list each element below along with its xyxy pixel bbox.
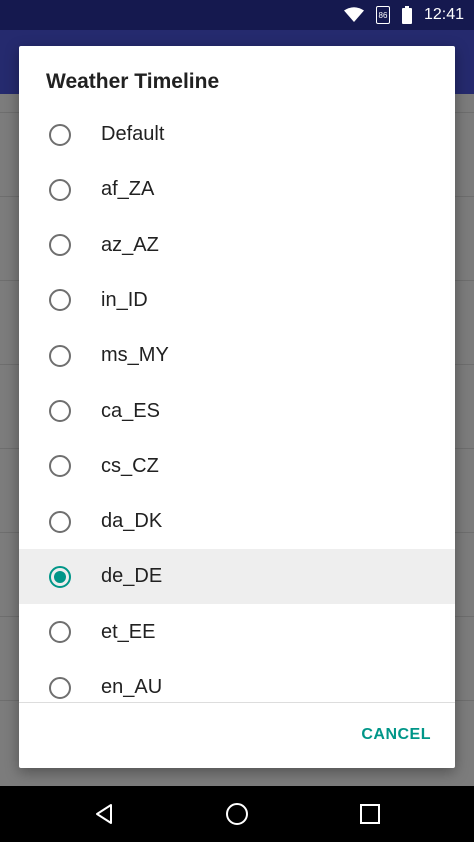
option-label: in_ID bbox=[101, 288, 148, 311]
option-row[interactable]: ca_ES bbox=[19, 384, 455, 439]
recents-icon[interactable] bbox=[330, 786, 410, 842]
option-label: az_AZ bbox=[101, 233, 159, 256]
option-row[interactable]: en_AU bbox=[19, 660, 455, 702]
option-label: da_DK bbox=[101, 510, 163, 533]
option-label: ca_ES bbox=[101, 399, 160, 422]
status-time: 12:41 bbox=[423, 6, 464, 23]
option-row[interactable]: az_AZ bbox=[19, 218, 455, 273]
radio-checked-icon[interactable] bbox=[49, 565, 71, 588]
wifi-icon bbox=[343, 7, 364, 23]
radio-unchecked-icon[interactable] bbox=[49, 510, 71, 533]
radio-unchecked-icon[interactable] bbox=[49, 123, 71, 146]
home-icon[interactable] bbox=[197, 786, 277, 842]
radio-unchecked-icon[interactable] bbox=[49, 344, 71, 367]
option-row[interactable]: ms_MY bbox=[19, 328, 455, 383]
option-label: de_DE bbox=[101, 565, 163, 588]
radio-unchecked-icon[interactable] bbox=[49, 455, 71, 478]
navigation-bar bbox=[0, 786, 474, 842]
option-label: cs_CZ bbox=[101, 454, 159, 477]
option-row[interactable]: in_ID bbox=[19, 273, 455, 328]
option-row[interactable]: et_EE bbox=[19, 605, 455, 660]
option-row[interactable]: Default bbox=[19, 107, 455, 162]
battery-icon bbox=[401, 6, 412, 24]
option-label: en_AU bbox=[101, 676, 163, 698]
weather-timeline-dialog: Weather Timeline Default af_ZA az_AZ in_IDm… bbox=[19, 46, 455, 768]
option-row[interactable]: da_DK bbox=[19, 494, 455, 549]
dialog-divider bbox=[19, 702, 455, 703]
option-list: Default af_ZA az_AZ in_ID ms_MY ca_ES cs_CZ da_… bbox=[19, 107, 455, 702]
option-label: af_ZA bbox=[101, 178, 155, 201]
cancel-button[interactable]: CANCEL bbox=[361, 726, 431, 744]
option-label: et_EE bbox=[101, 620, 156, 643]
option-row[interactable]: cs_CZ bbox=[19, 439, 455, 494]
radio-unchecked-icon[interactable] bbox=[49, 289, 71, 312]
option-row[interactable]: de_DE bbox=[19, 549, 455, 605]
dialog-title: Weather Timeline bbox=[46, 70, 220, 93]
status-bar: 86 12:41 bbox=[0, 0, 474, 30]
option-label: Default bbox=[101, 123, 165, 145]
radio-unchecked-icon[interactable] bbox=[49, 178, 71, 201]
radio-unchecked-icon[interactable] bbox=[49, 621, 71, 644]
option-row[interactable]: af_ZA bbox=[19, 162, 455, 217]
back-icon[interactable] bbox=[64, 786, 144, 842]
radio-unchecked-icon[interactable] bbox=[49, 400, 71, 422]
radio-unchecked-icon[interactable] bbox=[49, 676, 71, 699]
sim-badge: 86 bbox=[375, 6, 390, 24]
radio-unchecked-icon[interactable] bbox=[49, 234, 71, 257]
option-label: ms_MY bbox=[101, 344, 169, 367]
